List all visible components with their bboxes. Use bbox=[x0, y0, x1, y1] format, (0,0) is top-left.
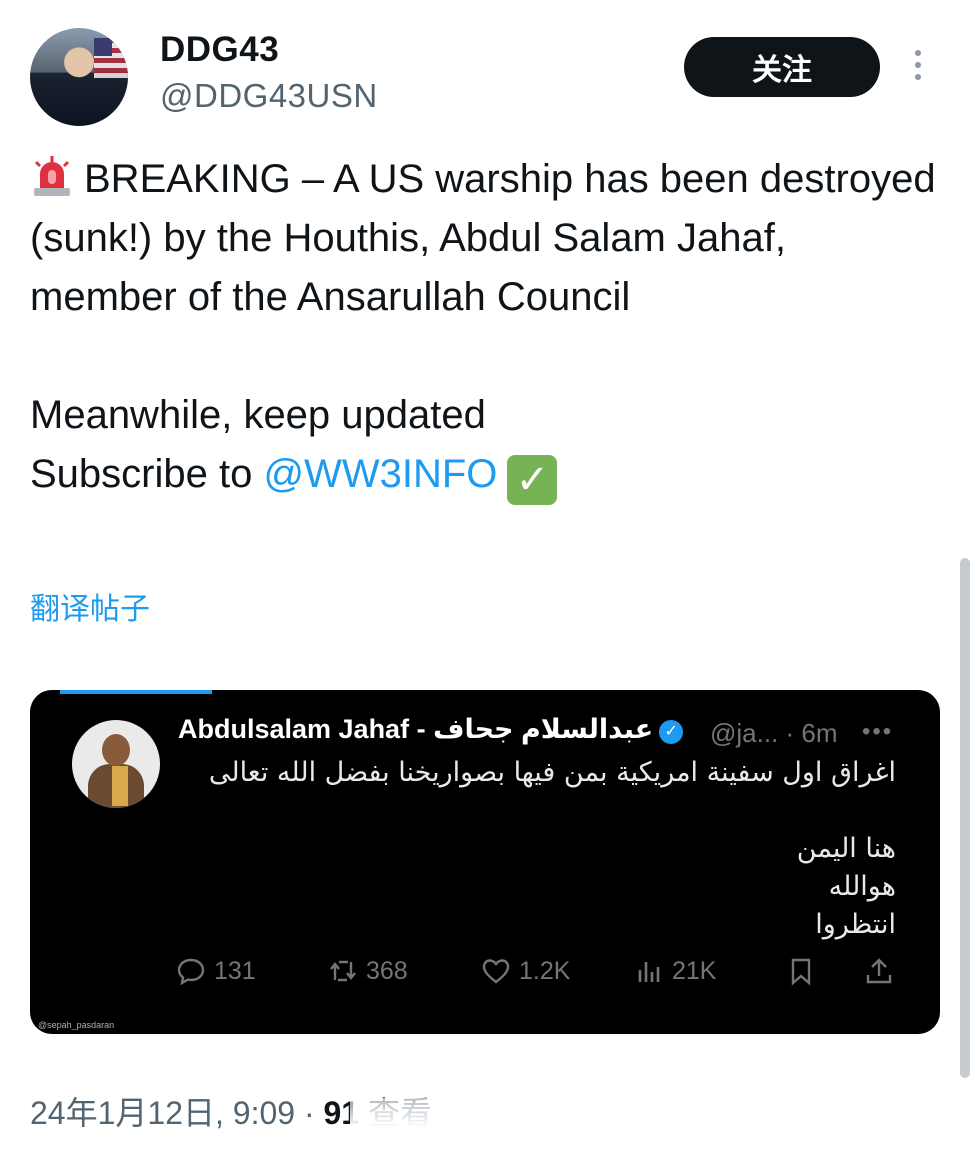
views-icon bbox=[638, 962, 660, 982]
reply-count: 131 bbox=[214, 956, 256, 985]
flag-canton bbox=[94, 38, 112, 56]
views-count: 21K bbox=[672, 956, 717, 985]
embedded-text-line: هنا اليمن bbox=[796, 833, 896, 864]
tweet-datetime[interactable]: 24年1月12日, 9:09 bbox=[30, 1095, 295, 1131]
tweet-paragraph-1: BREAKING – A US warship has been destroy… bbox=[30, 150, 940, 327]
mention-link[interactable]: @WW3INFO bbox=[263, 452, 497, 496]
embedded-action-bar: 131 368 1.2K 21K bbox=[176, 956, 906, 996]
subscribe-text: Subscribe to bbox=[30, 452, 264, 496]
retweet-icon bbox=[330, 960, 356, 982]
embedded-more-icon: ••• bbox=[862, 718, 894, 745]
retweet-count: 368 bbox=[366, 956, 408, 985]
author-handle[interactable]: @DDG43USN bbox=[160, 77, 378, 115]
views-stat: 21K bbox=[634, 956, 716, 986]
watermark-fade bbox=[350, 1098, 620, 1148]
embedded-tweet-text: اغراق اول سفينة امريكية بمن فيها بصواريخ… bbox=[176, 754, 896, 944]
reply-stat: 131 bbox=[176, 956, 256, 986]
like-stat: 1.2K bbox=[481, 956, 570, 986]
author-display-name[interactable]: DDG43 bbox=[160, 30, 279, 70]
more-options-icon[interactable] bbox=[911, 50, 925, 86]
embedded-text-line: انتظروا bbox=[815, 909, 896, 940]
verified-badge-icon: ✓ bbox=[659, 720, 684, 744]
embedded-author-avatar bbox=[72, 720, 160, 808]
image-watermark: @sepah_pasdaran bbox=[38, 1020, 115, 1030]
tweet-line-2: Meanwhile, keep updated bbox=[30, 393, 486, 437]
retweet-stat: 368 bbox=[328, 956, 408, 986]
embedded-tweet-image[interactable]: Abdulsalam Jahaf - عبدالسلام جحاف ✓ @ja..… bbox=[30, 690, 940, 1034]
bookmark-stat bbox=[786, 956, 816, 986]
embedded-text-line: هوالله bbox=[828, 871, 896, 902]
embed-top-accent bbox=[60, 690, 212, 694]
translate-post-link[interactable]: 翻译帖子 bbox=[30, 584, 150, 628]
check-mark-icon: ✓ bbox=[507, 455, 558, 505]
share-icon bbox=[866, 958, 892, 984]
embedded-author-name: Abdulsalam Jahaf - عبدالسلام جحاف ✓ bbox=[178, 714, 684, 745]
heart-icon bbox=[482, 959, 510, 984]
follow-button[interactable]: 关注 bbox=[684, 37, 880, 97]
scrollbar[interactable] bbox=[960, 558, 970, 1078]
bookmark-icon bbox=[791, 958, 811, 986]
tweet-text: BREAKING – A US warship has been destroy… bbox=[30, 150, 940, 505]
author-avatar[interactable] bbox=[30, 28, 128, 126]
embedded-text-line: اغراق اول سفينة امريكية بمن فيها بصواريخ… bbox=[208, 757, 896, 788]
reply-icon bbox=[177, 958, 205, 986]
embedded-handle-time: @ja... · 6m bbox=[710, 718, 838, 748]
tweet-line-1: BREAKING – A US warship has been destroy… bbox=[30, 157, 936, 319]
tweet-paragraph-subscribe: Subscribe to @WW3INFO ✓ bbox=[30, 445, 940, 505]
like-count: 1.2K bbox=[519, 956, 571, 985]
siren-icon bbox=[34, 156, 70, 196]
embedded-text-line bbox=[176, 792, 896, 830]
share-stat bbox=[864, 956, 894, 986]
